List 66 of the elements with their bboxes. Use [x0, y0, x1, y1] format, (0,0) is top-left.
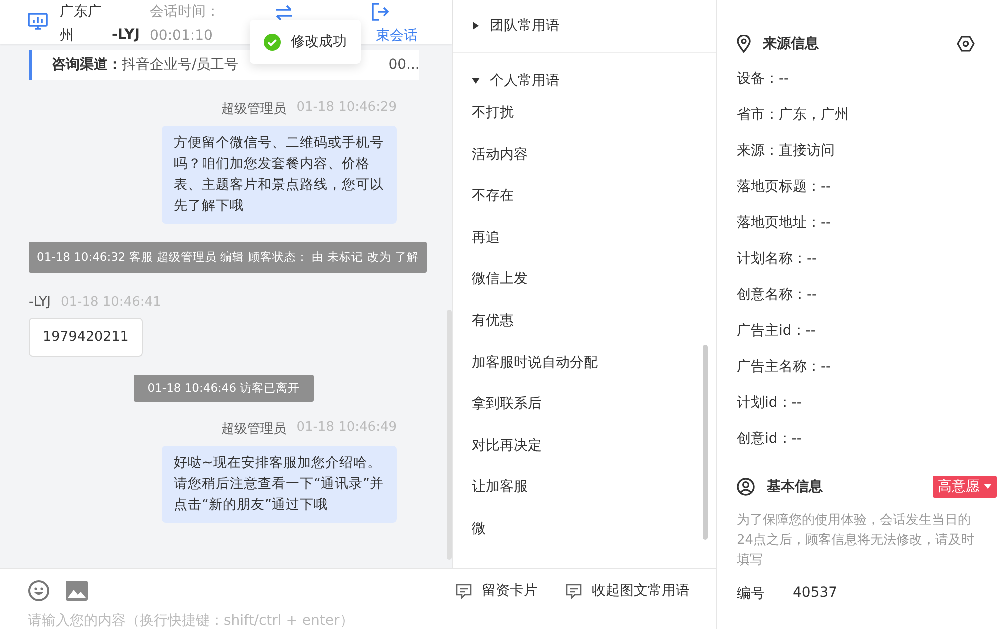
intent-dropdown[interactable]: 高意愿: [933, 476, 997, 498]
info-row-text: 落地页地址：--: [737, 214, 832, 233]
phrase-item[interactable]: 活动内容: [453, 134, 716, 176]
toast-text: 修改成功: [291, 33, 347, 51]
message-icon: [566, 584, 582, 598]
phrase-item[interactable]: 再追: [453, 218, 716, 260]
phrase-item[interactable]: 微信上发: [453, 259, 716, 301]
system-notice: 01-18 10:46:46 访客已离开: [134, 375, 314, 402]
info-row-text: 省市：广东，广州: [737, 106, 849, 125]
info-row-text: 落地页标题：--: [737, 178, 832, 197]
system-notice: 01-18 10:46:32 客服 超级管理员 编辑 顾客状态： 由 未标记 改为 了解: [29, 242, 427, 273]
scrollbar[interactable]: [703, 345, 708, 540]
caret-icon: [472, 77, 480, 85]
field-label: 编号: [737, 585, 765, 603]
message-bubble: 方便留个微信号、二维码或手机号吗？咱们加您发套餐内容、价格表、主题客片和景点路线，您可以先了解下哦: [162, 126, 397, 224]
sender-name: -LYJ: [29, 295, 51, 310]
message-time: 01-18 10:46:29: [296, 100, 397, 117]
exit-icon[interactable]: [371, 3, 389, 21]
info-row-text: 设备：--: [737, 70, 790, 89]
sender-name: 超级管理员: [222, 101, 287, 118]
composer-action[interactable]: 留资卡片: [456, 582, 538, 600]
info-row-text: 计划id：--: [737, 394, 802, 413]
message-bubble: 1979420211: [29, 318, 143, 357]
monitor-icon: [28, 13, 48, 31]
channel-value: 抖音企业号/员工号: [122, 56, 239, 74]
field-value: 40537: [793, 585, 838, 603]
channel-value-tail: 00...: [388, 57, 420, 73]
scrollbar[interactable]: [447, 310, 452, 560]
check-circle-icon: [264, 34, 281, 50]
phrase-item[interactable]: 对比再决定: [453, 426, 716, 468]
caret-icon: [984, 484, 992, 490]
settings-icon[interactable]: [957, 36, 975, 52]
phrase-item[interactable]: 微: [453, 508, 716, 551]
session-time: 00:01:10: [150, 27, 214, 46]
message-bubble: 好哒~现在安排客服加您介绍哈。请您稍后注意查看一下“通讯录”并点击“新的朋友”通过下哦: [162, 446, 397, 523]
phrase-group[interactable]: 团队常用语: [453, 0, 716, 52]
image-icon[interactable]: [66, 581, 88, 601]
session-time-label: 会话时间：: [150, 3, 221, 22]
info-row-text: 创意名称：--: [737, 286, 818, 305]
caret-icon: [472, 22, 480, 30]
composer-action[interactable]: 收起图文常用语: [566, 582, 690, 600]
phrase-item[interactable]: 有优惠: [453, 300, 716, 343]
message-icon: [456, 584, 472, 598]
emoji-icon[interactable]: [28, 580, 50, 602]
visitor-name: -LYJ: [112, 27, 141, 43]
visitor-location: 广东广州: [60, 3, 103, 46]
sender-name: 超级管理员: [222, 421, 287, 438]
info-row-text: 广告主id：--: [737, 322, 816, 341]
notice-text: 为了保障您的使用体验，会话发生当日的24点之后，顾客信息将无法修改，请及时填写: [737, 512, 975, 570]
info-row-text: 来源：直接访问: [737, 142, 835, 161]
phrase-item[interactable]: 拿到联系后: [453, 384, 716, 426]
location-pin-icon: [737, 35, 751, 53]
message-time: 01-18 10:46:49: [296, 420, 397, 437]
info-row-text: 广告主名称：--: [737, 358, 832, 377]
info-row-text: 创意id：--: [737, 430, 802, 449]
transfer-icon[interactable]: [274, 5, 294, 21]
section-title: 基本信息: [767, 478, 823, 496]
channel-label: 咨询渠道：: [52, 56, 122, 74]
section-title: 来源信息: [763, 35, 819, 53]
message-time: 01-18 10:46:41: [60, 295, 162, 310]
info-row-text: 计划名称：--: [737, 250, 818, 269]
user-icon: [737, 478, 755, 496]
phrase-item[interactable]: 让加客服: [453, 467, 716, 509]
end-session-link[interactable]: 束会话: [376, 27, 418, 45]
phrase-item[interactable]: 加客服时说自动分配: [453, 342, 716, 384]
phrase-item[interactable]: 不存在: [453, 176, 716, 218]
